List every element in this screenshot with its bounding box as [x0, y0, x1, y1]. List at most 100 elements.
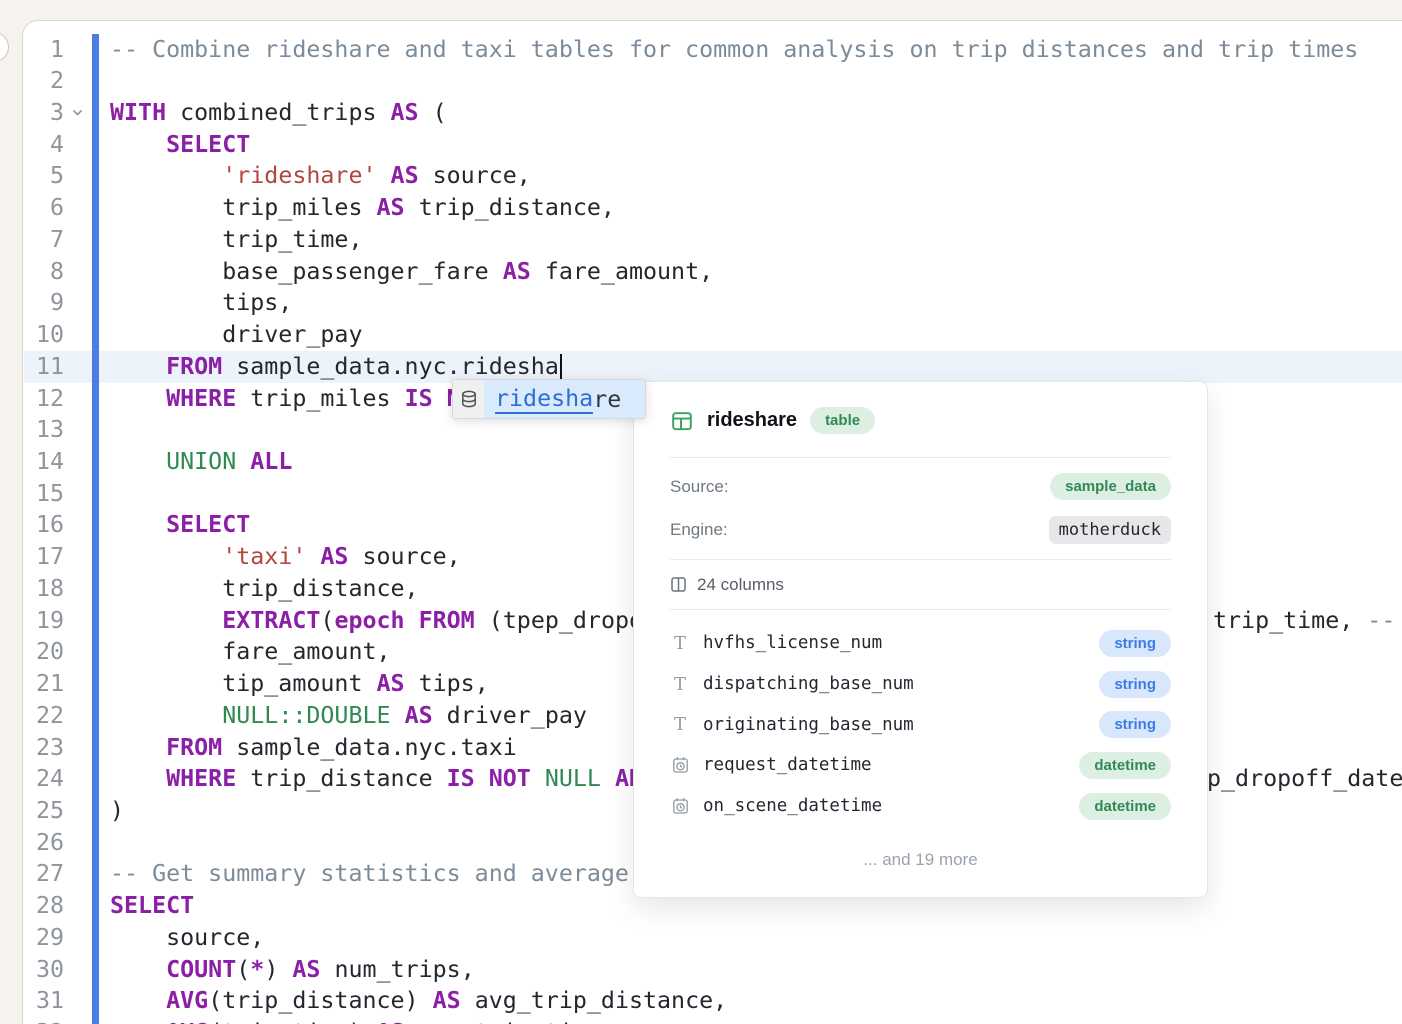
- calendar-clock-icon: [670, 797, 690, 815]
- database-icon: [453, 380, 484, 418]
- code-token: ): [264, 956, 292, 983]
- code-token: [110, 131, 166, 158]
- table-kind-badge: table: [810, 407, 875, 434]
- code-token: 'rideshare': [222, 162, 376, 189]
- code-token: driver_pay: [110, 321, 362, 348]
- code-token: IS NOT: [447, 765, 531, 792]
- code-token: fare_amount,: [531, 258, 713, 285]
- code-token: [110, 734, 166, 761]
- code-token: [405, 607, 419, 634]
- code-line[interactable]: 29 source,: [0, 922, 1402, 954]
- column-name: request_datetime: [703, 755, 1079, 775]
- column-name: hvfhs_license_num: [703, 633, 1099, 653]
- column-type-badge: datetime: [1079, 752, 1171, 779]
- text-type-icon: T: [670, 633, 690, 654]
- code-token: NULL: [545, 765, 601, 792]
- more-columns-label: ... and 19 more: [670, 850, 1171, 870]
- code-line[interactable]: 11 FROM sample_data.nyc.ridesha: [0, 351, 1402, 383]
- code-line[interactable]: 6 trip_miles AS trip_distance,: [0, 192, 1402, 224]
- code-token: tips,: [110, 289, 292, 316]
- line-number: 16: [20, 509, 64, 541]
- code-token: [236, 448, 250, 475]
- code-token: p_dropoff_datet: [1207, 765, 1402, 792]
- code-token: (: [320, 607, 334, 634]
- line-number: 2: [20, 65, 64, 97]
- columns-icon: [670, 576, 687, 593]
- code-token: [110, 1019, 166, 1024]
- line-number: 20: [20, 636, 64, 668]
- code-line[interactable]: 31 AVG(trip_distance) AS avg_trip_distan…: [0, 985, 1402, 1017]
- code-token: (trip_distance): [208, 987, 432, 1014]
- code-token: AS: [391, 162, 419, 189]
- autocomplete-popup[interactable]: rideshare: [452, 379, 646, 419]
- code-token: tips,: [405, 670, 489, 697]
- code-token: --: [1367, 607, 1395, 634]
- code-token: FROM: [166, 353, 222, 380]
- code-token: FROM: [419, 607, 475, 634]
- columns-count: 24 columns: [697, 575, 784, 595]
- code-line[interactable]: 3WITH combined_trips AS (: [0, 97, 1402, 129]
- line-number: 4: [20, 129, 64, 161]
- fold-chevron-icon[interactable]: [71, 106, 84, 119]
- code-token: SELECT: [166, 131, 250, 158]
- divider: [670, 457, 1171, 458]
- code-token: trip_time,: [1213, 607, 1367, 634]
- code-token: source,: [110, 924, 264, 951]
- column-type-badge: string: [1099, 711, 1171, 738]
- code-line[interactable]: 30 COUNT(*) AS num_trips,: [0, 954, 1402, 986]
- code-line[interactable]: 1-- Combine rideshare and taxi tables fo…: [0, 34, 1402, 66]
- line-number: 8: [20, 256, 64, 288]
- code-line[interactable]: 4 SELECT: [0, 129, 1402, 161]
- column-name: dispatching_base_num: [703, 674, 1099, 694]
- calendar-clock-icon: [670, 756, 690, 774]
- code-token: trip_miles: [110, 194, 377, 221]
- code-token: AS: [377, 194, 405, 221]
- code-token: sample_data.nyc.taxi: [222, 734, 517, 761]
- code-token: ): [110, 797, 124, 824]
- column-type-badge: string: [1099, 671, 1171, 698]
- code-token: avg_trip_time,: [405, 1019, 615, 1024]
- code-token: [110, 353, 166, 380]
- line-number: 12: [20, 383, 64, 415]
- code-token: sample_data.nyc.ridesha: [222, 353, 559, 380]
- column-row: Tdispatching_base_numstring: [670, 664, 1171, 705]
- code-line[interactable]: 8 base_passenger_fare AS fare_amount,: [0, 256, 1402, 288]
- code-token: [110, 607, 222, 634]
- code-token: [391, 702, 405, 729]
- code-token: WITH: [110, 99, 166, 126]
- code-token: trip_distance,: [405, 194, 615, 221]
- code-line[interactable]: 2: [0, 65, 1402, 97]
- line-number: 18: [20, 573, 64, 605]
- code-token: [306, 543, 320, 570]
- line-number: 27: [20, 858, 64, 890]
- code-token: [110, 956, 166, 983]
- line-number: 10: [20, 319, 64, 351]
- code-token: [601, 765, 615, 792]
- source-label: Source:: [670, 477, 729, 497]
- text-cursor: [560, 354, 562, 379]
- line-number: 11: [20, 351, 64, 383]
- code-token: COUNT: [166, 956, 236, 983]
- column-row: on_scene_datetimedatetime: [670, 786, 1171, 827]
- suggestion-item-rideshare[interactable]: rideshare: [484, 380, 645, 418]
- code-line[interactable]: 5 'rideshare' AS source,: [0, 160, 1402, 192]
- code-token: [110, 702, 222, 729]
- code-token: -- Get summary statistics and average tr…: [110, 860, 699, 887]
- code-line[interactable]: 32 AVG(trip_time) AS avg_trip_time,: [0, 1017, 1402, 1024]
- code-line[interactable]: 7 trip_time,: [0, 224, 1402, 256]
- code-token: source,: [348, 543, 460, 570]
- code-token: trip_time,: [110, 226, 362, 253]
- code-line[interactable]: 10 driver_pay: [0, 319, 1402, 351]
- code-token: num_trips,: [320, 956, 474, 983]
- line-number: 32: [20, 1017, 64, 1024]
- code-token: driver_pay: [433, 702, 587, 729]
- column-type-badge: datetime: [1079, 793, 1171, 820]
- code-token: [110, 385, 166, 412]
- code-token: (trip_time): [208, 1019, 376, 1024]
- line-number: 29: [20, 922, 64, 954]
- code-line[interactable]: 9 tips,: [0, 287, 1402, 319]
- code-token: 'taxi': [222, 543, 306, 570]
- divider: [670, 609, 1171, 610]
- engine-badge: motherduck: [1049, 516, 1171, 544]
- code-token: fare_amount,: [110, 638, 391, 665]
